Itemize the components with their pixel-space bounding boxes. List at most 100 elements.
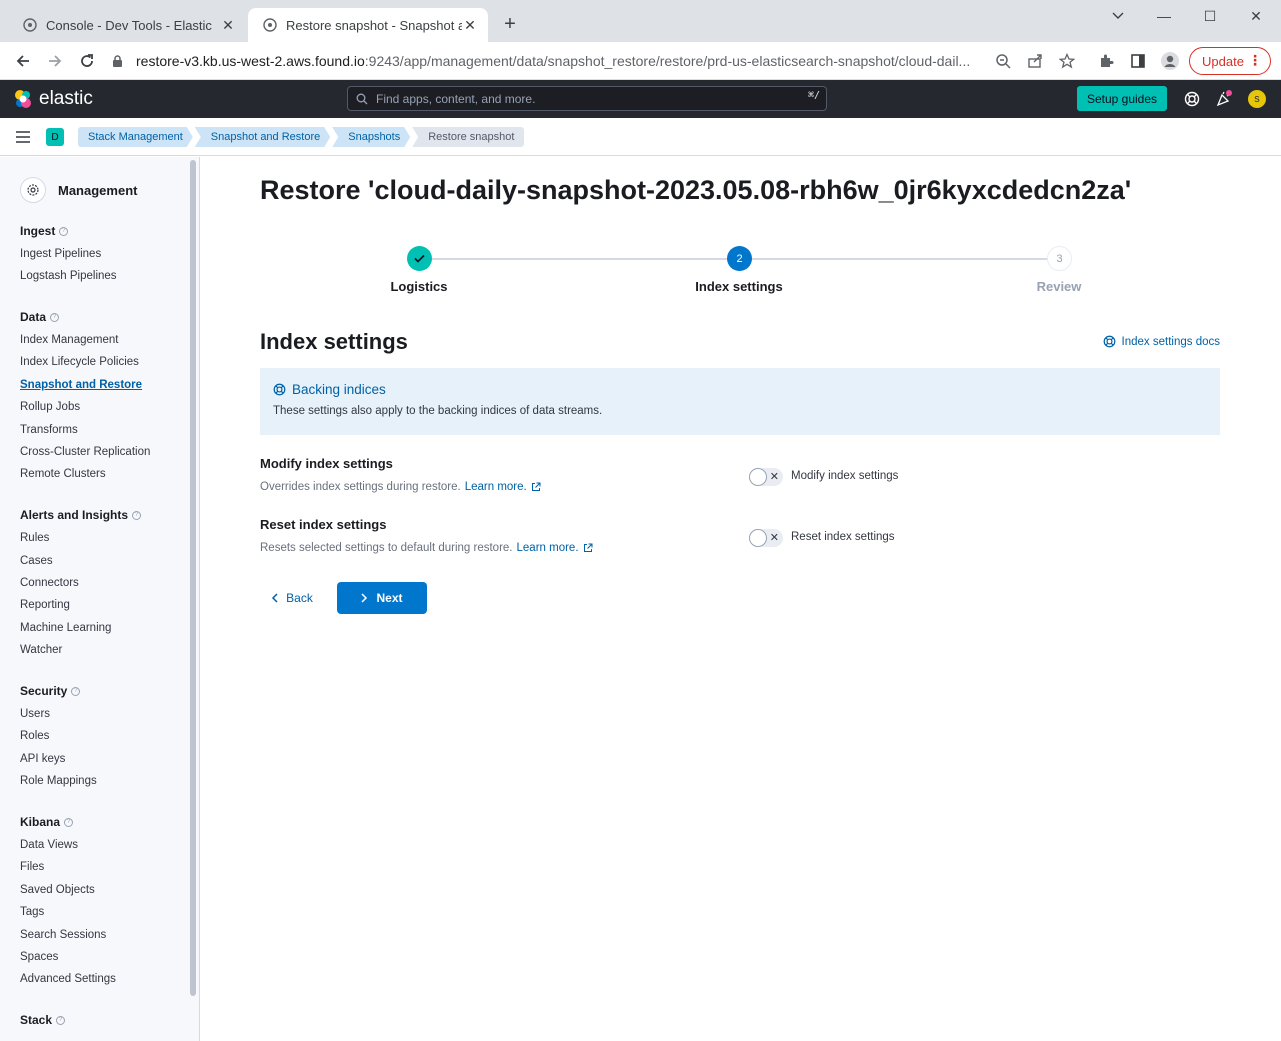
close-icon: ✕ — [769, 471, 779, 483]
modify-index-settings-title: Modify index settings — [260, 456, 393, 471]
sidebar-item-files[interactable]: Files — [20, 861, 44, 873]
sidebar-item-data-views[interactable]: Data Views — [20, 839, 78, 851]
close-tab-icon[interactable]: ✕ — [220, 17, 236, 33]
maximize-window-button[interactable]: ☐ — [1187, 4, 1233, 28]
sidebar-section-security: Security? — [20, 684, 81, 698]
sidebar-item-saved-objects[interactable]: Saved Objects — [20, 884, 95, 896]
sidebar-item-machine-learning[interactable]: Machine Learning — [20, 622, 111, 634]
browser-menu-icon[interactable]: ⋮ — [1248, 52, 1262, 69]
sidebar-item-rules[interactable]: Rules — [20, 532, 49, 544]
sidebar-title: Management — [20, 177, 137, 203]
update-browser-button[interactable]: Update ⋮ — [1189, 47, 1271, 75]
sidebar-item-api-keys[interactable]: API keys — [20, 753, 65, 765]
help-lifebuoy-icon[interactable] — [1183, 90, 1201, 108]
close-tab-icon[interactable]: ✕ — [462, 17, 478, 33]
breadcrumb-snapshot-and-restore[interactable]: Snapshot and Restore — [195, 127, 330, 147]
reload-icon[interactable] — [76, 50, 98, 72]
search-icon — [356, 93, 368, 105]
help-icon: ? — [50, 312, 60, 322]
next-button[interactable]: Next — [337, 582, 427, 614]
sidebar-item-index-management[interactable]: Index Management — [20, 334, 118, 346]
side-panel-icon[interactable] — [1128, 51, 1148, 71]
brand-name: elastic — [39, 88, 93, 109]
global-search-input[interactable]: Find apps, content, and more. ⌘/ — [347, 86, 827, 111]
keyboard-shortcut-hint: ⌘/ — [807, 90, 820, 101]
forward-arrow-icon[interactable] — [44, 50, 66, 72]
sidebar-item-reporting[interactable]: Reporting — [20, 599, 70, 611]
share-icon[interactable] — [1025, 51, 1045, 71]
reset-index-settings-switch[interactable]: ✕ — [749, 529, 783, 547]
learn-more-link[interactable]: Learn more. — [465, 481, 527, 493]
new-tab-button[interactable]: + — [500, 14, 520, 34]
sidebar-item-advanced-settings[interactable]: Advanced Settings — [20, 973, 116, 985]
sidebar-item-index-lifecycle-policies[interactable]: Index Lifecycle Policies — [20, 356, 139, 368]
chevron-right-icon — [361, 593, 368, 603]
bookmark-star-icon[interactable] — [1057, 51, 1077, 71]
sidebar-section-ingest: Ingest? — [20, 224, 69, 238]
user-avatar[interactable]: s — [1248, 90, 1266, 108]
back-arrow-icon[interactable] — [12, 50, 34, 72]
switch-knob — [749, 529, 767, 547]
sidebar-item-rollup-jobs[interactable]: Rollup Jobs — [20, 401, 80, 413]
page-title: Restore 'cloud-daily-snapshot-2023.05.08… — [260, 175, 1132, 205]
sidebar-item-role-mappings[interactable]: Role Mappings — [20, 775, 97, 787]
address-bar[interactable]: restore-v3.kb.us-west-2.aws.found.io :92… — [112, 46, 1092, 76]
step-number-2[interactable]: 2 — [727, 246, 752, 271]
chevron-down-icon[interactable] — [1095, 4, 1141, 28]
management-sidebar: Management Ingest? Ingest Pipelines Logs… — [0, 157, 200, 1041]
description-text: Resets selected settings to default duri… — [260, 542, 513, 554]
external-link-icon — [531, 482, 541, 492]
step-index-settings-label[interactable]: Index settings — [669, 279, 809, 294]
sidebar-section-stack: Stack? — [20, 1013, 66, 1027]
space-avatar[interactable]: D — [46, 128, 64, 146]
tab-title: Restore snapshot - Snapshot and — [286, 17, 462, 33]
sidebar-item-cases[interactable]: Cases — [20, 555, 53, 567]
sidebar-item-tags[interactable]: Tags — [20, 906, 44, 918]
sidebar-item-users[interactable]: Users — [20, 708, 50, 720]
sidebar-item-logstash-pipelines[interactable]: Logstash Pipelines — [20, 270, 117, 282]
sidebar-item-connectors[interactable]: Connectors — [20, 577, 79, 589]
update-label: Update — [1202, 53, 1244, 69]
step-number-3: 3 — [1047, 246, 1072, 271]
extensions-puzzle-icon[interactable] — [1096, 51, 1116, 71]
breadcrumb-stack-management[interactable]: Stack Management — [78, 127, 193, 147]
breadcrumb-snapshots[interactable]: Snapshots — [332, 127, 410, 147]
learn-more-link[interactable]: Learn more. — [517, 542, 579, 554]
news-feed-icon[interactable] — [1215, 90, 1233, 108]
callout-title: Backing indices — [273, 382, 1207, 397]
sidebar-item-search-sessions[interactable]: Search Sessions — [20, 929, 106, 941]
elastic-logo[interactable]: elastic — [13, 88, 93, 110]
modify-index-settings-description: Overrides index settings during restore.… — [260, 481, 541, 493]
section-heading: Kibana — [20, 815, 61, 829]
close-icon: ✕ — [769, 532, 779, 544]
browser-tab-console[interactable]: Console - Dev Tools - Elastic ✕ — [8, 8, 246, 42]
profile-icon[interactable] — [1160, 51, 1180, 71]
browser-tab-restore-snapshot[interactable]: Restore snapshot - Snapshot and ✕ — [248, 8, 488, 42]
step-complete-icon[interactable] — [407, 246, 432, 271]
back-button[interactable]: Back — [260, 582, 324, 614]
sidebar-section-alerts-and-insights: Alerts and Insights? — [20, 508, 142, 522]
sidebar-item-cross-cluster-replication[interactable]: Cross-Cluster Replication — [20, 446, 150, 458]
sidebar-item-ingest-pipelines[interactable]: Ingest Pipelines — [20, 248, 101, 260]
sidebar-item-snapshot-and-restore[interactable]: Snapshot and Restore — [20, 379, 142, 391]
sidebar-item-remote-clusters[interactable]: Remote Clusters — [20, 468, 106, 480]
callout-title-text: Backing indices — [292, 382, 386, 397]
index-settings-docs-link[interactable]: Index settings docs — [1103, 335, 1220, 348]
modify-index-settings-switch-label[interactable]: Modify index settings — [791, 470, 898, 482]
back-label: Back — [286, 591, 313, 605]
hamburger-menu-icon[interactable] — [15, 130, 31, 144]
setup-guides-button[interactable]: Setup guides — [1077, 86, 1167, 111]
sidebar-item-transforms[interactable]: Transforms — [20, 424, 78, 436]
close-window-button[interactable]: ✕ — [1233, 4, 1279, 28]
sidebar-item-watcher[interactable]: Watcher — [20, 644, 62, 656]
sidebar-scrollbar[interactable] — [190, 160, 196, 996]
reset-index-settings-switch-label[interactable]: Reset index settings — [791, 531, 895, 543]
minimize-window-button[interactable]: — — [1141, 4, 1187, 28]
sidebar-item-spaces[interactable]: Spaces — [20, 951, 58, 963]
help-icon: ? — [71, 686, 81, 696]
gear-icon — [20, 177, 46, 203]
sidebar-item-roles[interactable]: Roles — [20, 730, 49, 742]
zoom-icon[interactable] — [993, 51, 1013, 71]
step-logistics-label[interactable]: Logistics — [349, 279, 489, 294]
modify-index-settings-switch[interactable]: ✕ — [749, 468, 783, 486]
